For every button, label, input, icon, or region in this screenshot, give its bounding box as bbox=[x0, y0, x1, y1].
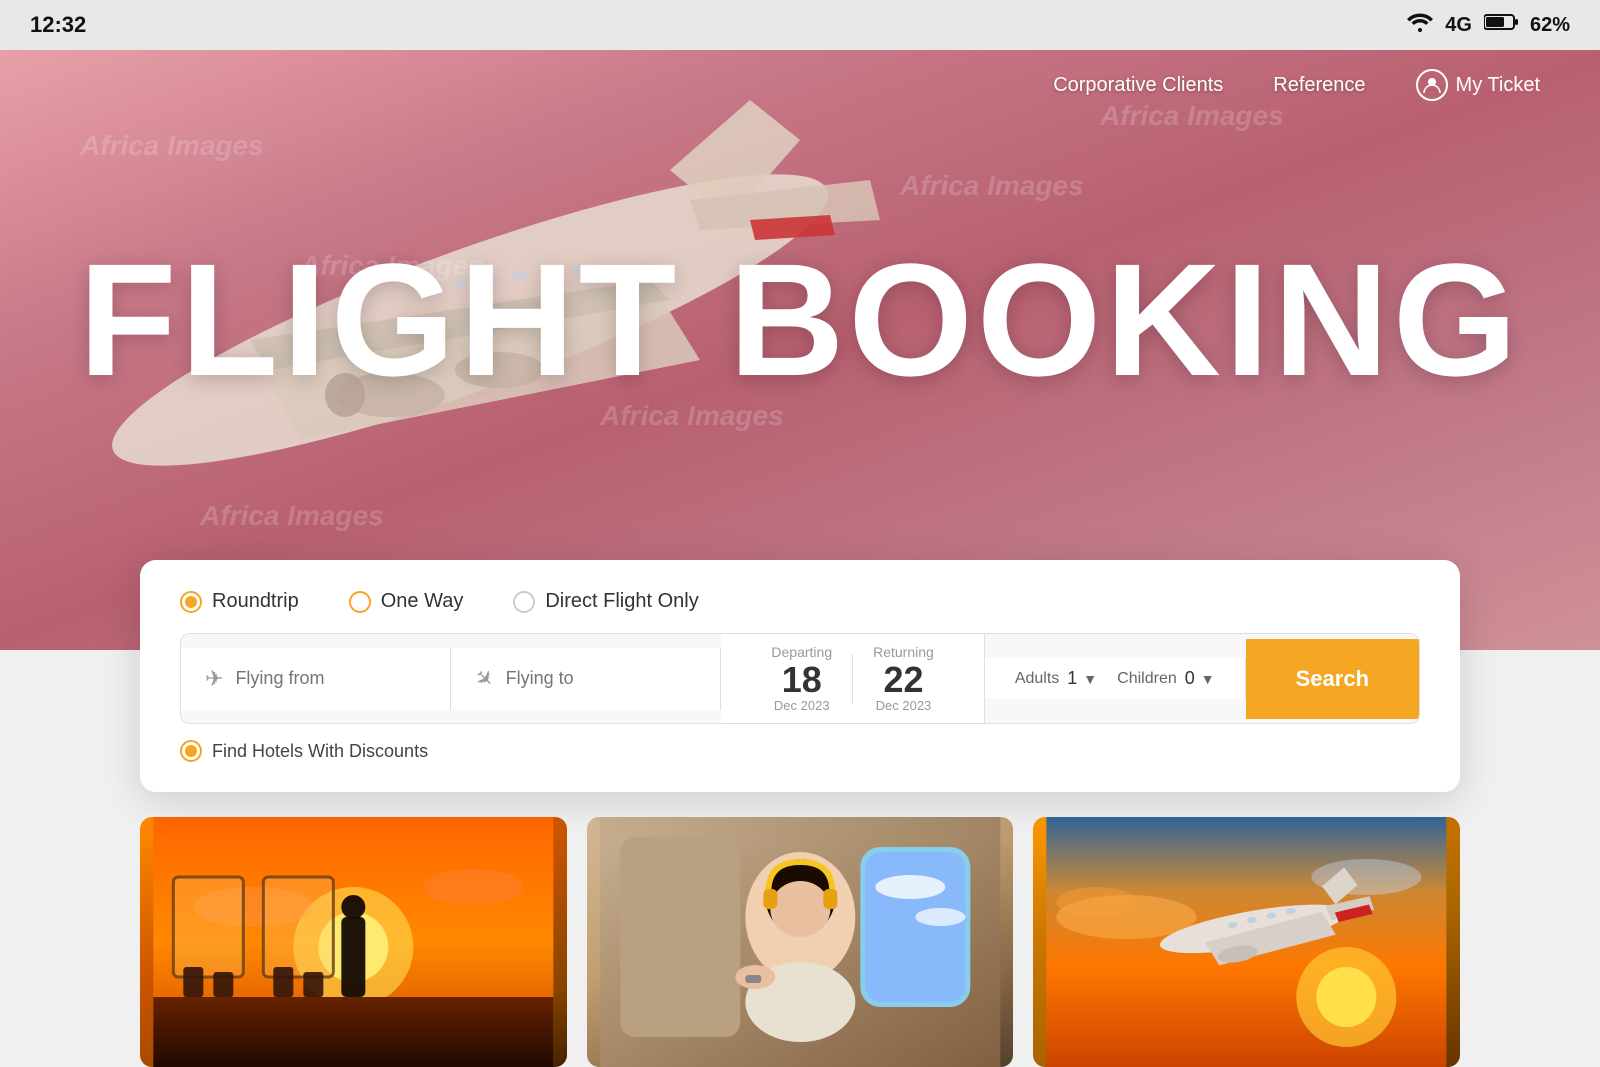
flying-from-input[interactable] bbox=[235, 668, 426, 689]
departure-plane-icon: ✈ bbox=[205, 666, 223, 692]
search-button[interactable]: Search bbox=[1246, 639, 1419, 719]
departing-day: 18 bbox=[771, 662, 832, 698]
departing-date[interactable]: Departing 18 Dec 2023 bbox=[751, 644, 852, 713]
bottom-images-row bbox=[140, 817, 1460, 1067]
nav-reference[interactable]: Reference bbox=[1273, 74, 1365, 97]
passenger-scene bbox=[587, 817, 1014, 1067]
battery-icon bbox=[1484, 13, 1518, 37]
my-ticket-label: My Ticket bbox=[1456, 74, 1540, 97]
image-card-airplane[interactable] bbox=[1033, 817, 1460, 1067]
wifi-icon bbox=[1407, 12, 1433, 38]
arrival-plane-icon: ✈ bbox=[469, 663, 500, 694]
direct-option[interactable]: Direct Flight Only bbox=[513, 590, 698, 613]
returning-date[interactable]: Returning 22 Dec 2023 bbox=[853, 644, 954, 713]
children-group[interactable]: Children 0 ▼ bbox=[1117, 668, 1214, 689]
search-panel: Roundtrip One Way Direct Flight Only ✈ ✈… bbox=[140, 560, 1460, 792]
battery-percent: 62% bbox=[1530, 14, 1570, 37]
hotels-label: Find Hotels With Discounts bbox=[212, 741, 428, 762]
signal-label: 4G bbox=[1445, 14, 1472, 37]
oneway-option[interactable]: One Way bbox=[349, 590, 464, 613]
adults-label: Adults bbox=[1015, 670, 1059, 688]
roundtrip-label: Roundtrip bbox=[212, 590, 299, 613]
hotels-option[interactable]: Find Hotels With Discounts bbox=[180, 740, 1420, 762]
status-time: 12:32 bbox=[30, 12, 86, 38]
returning-label: Returning bbox=[873, 644, 934, 660]
flying-from-field[interactable]: ✈ bbox=[181, 648, 451, 710]
passengers-section: Adults 1 ▼ Children 0 ▼ bbox=[985, 658, 1246, 699]
status-bar: 12:32 4G 62% bbox=[0, 0, 1600, 50]
children-label: Children bbox=[1117, 670, 1177, 688]
date-range-section[interactable]: Departing 18 Dec 2023 Returning 22 Dec 2… bbox=[721, 634, 984, 723]
departing-label: Departing bbox=[771, 644, 832, 660]
nav-my-ticket[interactable]: My Ticket bbox=[1416, 69, 1540, 101]
returning-day: 22 bbox=[873, 662, 934, 698]
airport-scene bbox=[140, 817, 567, 1067]
flying-to-input[interactable] bbox=[506, 668, 697, 689]
adults-chevron-icon: ▼ bbox=[1083, 671, 1097, 687]
nav-corporative-clients[interactable]: Corporative Clients bbox=[1053, 74, 1223, 97]
children-select[interactable]: 0 ▼ bbox=[1185, 668, 1215, 689]
flying-to-field[interactable]: ✈ bbox=[451, 648, 721, 710]
direct-radio[interactable] bbox=[513, 591, 535, 613]
adults-select[interactable]: 1 ▼ bbox=[1067, 668, 1097, 689]
oneway-radio[interactable] bbox=[349, 591, 371, 613]
image-card-passenger[interactable] bbox=[587, 817, 1014, 1067]
status-indicators: 4G 62% bbox=[1407, 12, 1570, 38]
navbar: Corporative Clients Reference My Ticket bbox=[0, 50, 1600, 120]
trip-type-options: Roundtrip One Way Direct Flight Only bbox=[180, 590, 1420, 613]
adults-value: 1 bbox=[1067, 668, 1077, 689]
search-fields-row: ✈ ✈ Departing 18 Dec 2023 Returning 22 D… bbox=[180, 633, 1420, 724]
children-chevron-icon: ▼ bbox=[1201, 671, 1215, 687]
children-value: 0 bbox=[1185, 668, 1195, 689]
image-card-airport[interactable] bbox=[140, 817, 567, 1067]
departing-month: Dec 2023 bbox=[771, 698, 832, 713]
roundtrip-option[interactable]: Roundtrip bbox=[180, 590, 299, 613]
oneway-label: One Way bbox=[381, 590, 464, 613]
hero-title: FLIGHT BOOKING bbox=[79, 228, 1522, 412]
adults-group[interactable]: Adults 1 ▼ bbox=[1015, 668, 1097, 689]
direct-label: Direct Flight Only bbox=[545, 590, 698, 613]
roundtrip-radio[interactable] bbox=[180, 591, 202, 613]
airplane-scene bbox=[1033, 817, 1460, 1067]
returning-month: Dec 2023 bbox=[873, 698, 934, 713]
hotels-radio[interactable] bbox=[180, 740, 202, 762]
user-icon bbox=[1416, 69, 1448, 101]
